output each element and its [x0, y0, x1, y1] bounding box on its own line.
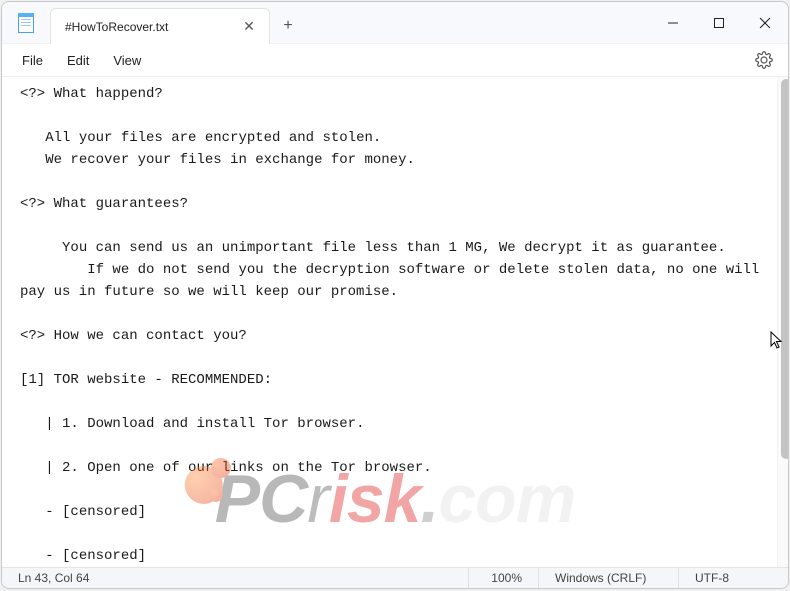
- minimize-button[interactable]: [650, 2, 696, 43]
- status-encoding: UTF-8: [678, 568, 788, 588]
- vertical-scrollbar[interactable]: [777, 77, 788, 567]
- notepad-icon: [18, 13, 34, 33]
- maximize-button[interactable]: [696, 2, 742, 43]
- close-button[interactable]: [742, 2, 788, 43]
- titlebar-spacer: [306, 2, 650, 43]
- tab-active[interactable]: #HowToRecover.txt ✕: [50, 8, 270, 44]
- content-area: <?> What happend? All your files are enc…: [2, 77, 788, 567]
- new-tab-button[interactable]: +: [270, 8, 306, 43]
- gear-icon: [755, 51, 773, 69]
- notepad-window: #HowToRecover.txt ✕ + File Edit View: [1, 1, 789, 589]
- titlebar: #HowToRecover.txt ✕ +: [2, 2, 788, 44]
- close-window-icon: [759, 17, 771, 29]
- scroll-thumb[interactable]: [781, 79, 788, 459]
- menu-view[interactable]: View: [101, 47, 153, 74]
- status-zoom[interactable]: 100%: [468, 568, 538, 588]
- app-icon: [2, 2, 50, 43]
- settings-button[interactable]: [748, 44, 780, 76]
- menubar: File Edit View: [2, 44, 788, 77]
- close-icon[interactable]: ✕: [241, 19, 257, 35]
- text-editor[interactable]: <?> What happend? All your files are enc…: [2, 77, 777, 567]
- menu-file[interactable]: File: [10, 47, 55, 74]
- maximize-icon: [713, 17, 725, 29]
- minimize-icon: [667, 17, 679, 29]
- menu-edit[interactable]: Edit: [55, 47, 101, 74]
- status-line-col: Ln 43, Col 64: [2, 568, 468, 588]
- status-line-ending: Windows (CRLF): [538, 568, 678, 588]
- tab-title: #HowToRecover.txt: [65, 20, 241, 34]
- window-controls: [650, 2, 788, 43]
- statusbar: Ln 43, Col 64 100% Windows (CRLF) UTF-8: [2, 567, 788, 588]
